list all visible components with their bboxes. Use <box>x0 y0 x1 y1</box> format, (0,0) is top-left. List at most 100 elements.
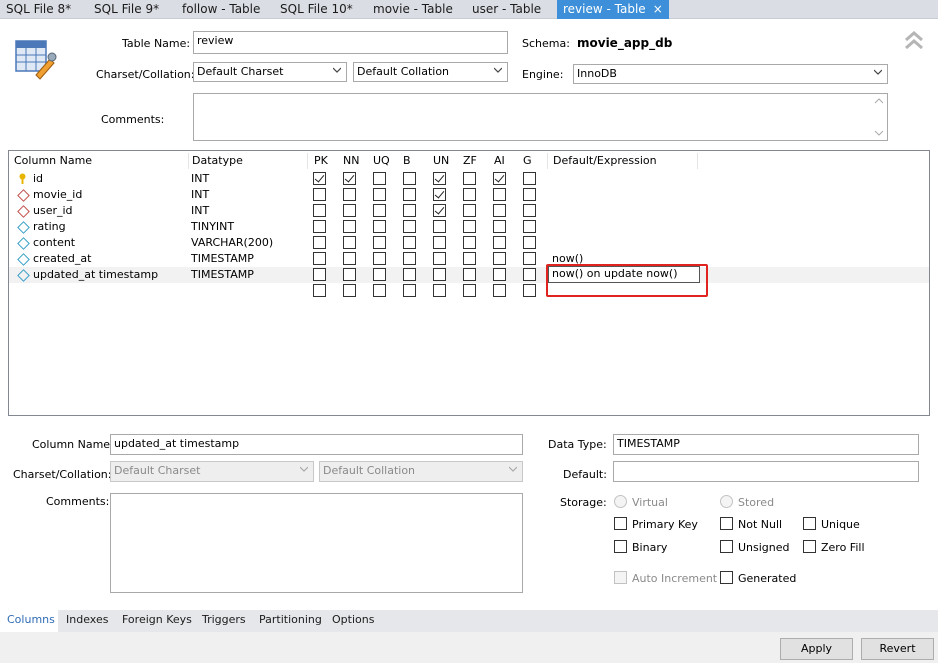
ai-checkbox[interactable] <box>493 188 506 201</box>
zf-checkbox[interactable] <box>463 188 476 201</box>
tab-indexes[interactable]: Indexes <box>66 613 108 626</box>
b-checkbox[interactable] <box>403 188 416 201</box>
datatype-cell[interactable]: TINYINT <box>191 219 234 235</box>
b-checkbox[interactable] <box>403 220 416 233</box>
ai-checkbox[interactable] <box>493 284 506 297</box>
col-header-uq[interactable]: UQ <box>373 154 390 167</box>
table-row[interactable]: created_at TIMESTAMP now() <box>9 251 929 267</box>
tab-partitioning[interactable]: Partitioning <box>259 613 322 626</box>
un-checkbox[interactable] <box>433 188 446 201</box>
pk-checkbox[interactable] <box>313 220 326 233</box>
not-null-checkbox[interactable] <box>720 517 733 530</box>
table-row[interactable]: user_id INT <box>9 203 929 219</box>
default-input[interactable] <box>613 461 919 482</box>
ai-checkbox[interactable] <box>493 268 506 281</box>
col-header-zf[interactable]: ZF <box>463 154 477 167</box>
ai-checkbox[interactable] <box>493 236 506 249</box>
tab-sql-file-8[interactable]: SQL File 8* <box>0 0 77 19</box>
uq-checkbox[interactable] <box>373 204 386 217</box>
column-name-cell[interactable]: id <box>33 171 43 187</box>
nn-checkbox[interactable] <box>343 172 356 185</box>
un-checkbox[interactable] <box>433 220 446 233</box>
collation-select[interactable]: Default Collation <box>353 62 508 82</box>
g-checkbox[interactable] <box>523 268 536 281</box>
col-header-nn[interactable]: NN <box>343 154 359 167</box>
zero-fill-checkbox[interactable] <box>803 540 816 553</box>
collapse-up-icon[interactable] <box>903 30 925 52</box>
zf-checkbox[interactable] <box>463 204 476 217</box>
column-name-cell[interactable]: user_id <box>33 203 73 219</box>
b-checkbox[interactable] <box>403 236 416 249</box>
column-name-cell[interactable]: movie_id <box>33 187 82 203</box>
col-header-g[interactable]: G <box>523 154 532 167</box>
scrollbar[interactable] <box>871 94 887 140</box>
col-header-un[interactable]: UN <box>433 154 449 167</box>
unique-checkbox[interactable] <box>803 517 816 530</box>
nn-checkbox[interactable] <box>343 220 356 233</box>
tab-sql-file-10[interactable]: SQL File 10* <box>274 0 359 19</box>
column-name-cell[interactable]: created_at <box>33 251 91 267</box>
table-name-input[interactable]: review <box>193 31 508 54</box>
col-header-default[interactable]: Default/Expression <box>553 154 657 167</box>
tab-follow-table[interactable]: follow - Table <box>176 0 266 19</box>
g-checkbox[interactable] <box>523 284 536 297</box>
b-checkbox[interactable] <box>403 284 416 297</box>
nn-checkbox[interactable] <box>343 268 356 281</box>
binary-checkbox[interactable] <box>614 540 627 553</box>
tab-sql-file-9[interactable]: SQL File 9* <box>88 0 165 19</box>
datatype-cell[interactable]: VARCHAR(200) <box>191 235 273 251</box>
g-checkbox[interactable] <box>523 204 536 217</box>
nn-checkbox[interactable] <box>343 204 356 217</box>
tab-options[interactable]: Options <box>332 613 374 626</box>
un-checkbox[interactable] <box>433 204 446 217</box>
pk-checkbox[interactable] <box>313 188 326 201</box>
tab-columns[interactable]: Columns <box>7 613 55 626</box>
column-name-input[interactable]: updated_at timestamp <box>110 434 523 455</box>
close-tab-icon[interactable]: × <box>653 2 663 16</box>
un-checkbox[interactable] <box>433 172 446 185</box>
datatype-cell[interactable]: TIMESTAMP <box>191 251 254 267</box>
zf-checkbox[interactable] <box>463 268 476 281</box>
engine-select[interactable]: InnoDB <box>573 64 888 84</box>
ai-checkbox[interactable] <box>493 252 506 265</box>
column-name-cell[interactable]: updated_at timestamp <box>33 267 158 283</box>
virtual-radio[interactable] <box>614 495 627 508</box>
col-header-ai[interactable]: AI <box>494 154 505 167</box>
zf-checkbox[interactable] <box>463 172 476 185</box>
table-comments-textarea[interactable] <box>193 93 888 141</box>
datatype-cell[interactable]: INT <box>191 171 209 187</box>
ai-checkbox[interactable] <box>493 172 506 185</box>
uq-checkbox[interactable] <box>373 268 386 281</box>
auto-increment-checkbox[interactable] <box>614 571 627 584</box>
b-checkbox[interactable] <box>403 204 416 217</box>
table-row[interactable]: rating TINYINT <box>9 219 929 235</box>
charset-select[interactable]: Default Charset <box>193 62 347 82</box>
pk-checkbox[interactable] <box>313 252 326 265</box>
column-name-cell[interactable]: rating <box>33 219 66 235</box>
un-checkbox[interactable] <box>433 252 446 265</box>
pk-checkbox[interactable] <box>313 204 326 217</box>
b-checkbox[interactable] <box>403 252 416 265</box>
nn-checkbox[interactable] <box>343 252 356 265</box>
col-header-pk[interactable]: PK <box>314 154 328 167</box>
uq-checkbox[interactable] <box>373 220 386 233</box>
un-checkbox[interactable] <box>433 268 446 281</box>
revert-button[interactable]: Revert <box>861 638 934 660</box>
uq-checkbox[interactable] <box>373 252 386 265</box>
table-row[interactable]: movie_id INT <box>9 187 929 203</box>
primary-key-checkbox[interactable] <box>614 517 627 530</box>
tab-triggers[interactable]: Triggers <box>202 613 246 626</box>
col-header-name[interactable]: Column Name <box>14 154 92 167</box>
table-row[interactable]: updated_at timestamp TIMESTAMP now() on up… <box>9 266 929 283</box>
uq-checkbox[interactable] <box>373 188 386 201</box>
datatype-cell[interactable]: TIMESTAMP <box>191 267 254 283</box>
column-name-cell[interactable]: content <box>33 235 75 251</box>
un-checkbox[interactable] <box>433 236 446 249</box>
b-checkbox[interactable] <box>403 172 416 185</box>
tab-foreign-keys[interactable]: Foreign Keys <box>122 613 192 626</box>
nn-checkbox[interactable] <box>343 284 356 297</box>
g-checkbox[interactable] <box>523 220 536 233</box>
ai-checkbox[interactable] <box>493 204 506 217</box>
unsigned-checkbox[interactable] <box>720 540 733 553</box>
tab-user-table[interactable]: user - Table <box>466 0 547 19</box>
